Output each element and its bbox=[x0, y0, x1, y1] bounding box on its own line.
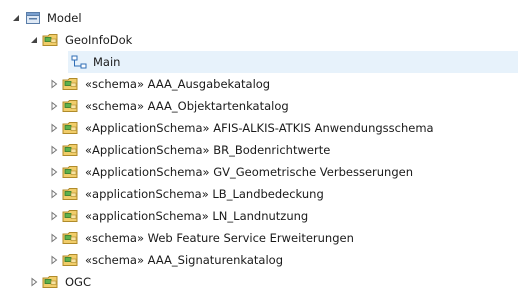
collapsed-triangle-icon[interactable] bbox=[28, 276, 40, 288]
collapsed-triangle-icon[interactable] bbox=[48, 78, 60, 90]
tree-node-package[interactable]: «ApplicationSchema» AFIS-ALKIS-ATKIS Anw… bbox=[48, 117, 434, 139]
tree-node-label: «applicationSchema» LN_Landnutzung bbox=[85, 209, 309, 223]
tree-node-package[interactable]: «ApplicationSchema» GV_Geometrische Verb… bbox=[48, 161, 413, 183]
package-folder-icon bbox=[62, 164, 80, 180]
tree-node-package[interactable]: «schema» AAA_Objektartenkatalog bbox=[48, 95, 289, 117]
tree-node-label: «ApplicationSchema» GV_Geometrische Verb… bbox=[85, 165, 413, 179]
tree-node-label: «ApplicationSchema» BR_Bodenrichtwerte bbox=[85, 143, 331, 157]
package-folder-icon bbox=[42, 32, 60, 48]
collapsed-triangle-icon[interactable] bbox=[48, 210, 60, 222]
collapsed-triangle-icon[interactable] bbox=[48, 100, 60, 112]
tree-node-label: «ApplicationSchema» AFIS-ALKIS-ATKIS Anw… bbox=[85, 121, 434, 135]
package-folder-icon bbox=[62, 120, 80, 136]
package-folder-icon bbox=[62, 76, 80, 92]
tree-node-package[interactable]: «ApplicationSchema» BR_Bodenrichtwerte bbox=[48, 139, 330, 161]
tree-node-label: «applicationSchema» LB_Landbedeckung bbox=[85, 187, 324, 201]
tree-node-label: GeoInfoDok bbox=[65, 33, 133, 47]
package-folder-icon bbox=[62, 98, 80, 114]
tree-node-ogc[interactable]: OGC bbox=[28, 271, 91, 293]
tree-node-label: «schema» AAA_Signaturenkatalog bbox=[85, 253, 284, 267]
tree-node-package[interactable]: «applicationSchema» LN_Landnutzung bbox=[48, 205, 308, 227]
expanded-triangle-icon[interactable] bbox=[28, 34, 40, 46]
tree-node-label: «schema» Web Feature Service Erweiterung… bbox=[85, 231, 354, 245]
tree-node-package[interactable]: «applicationSchema» LB_Landbedeckung bbox=[48, 183, 324, 205]
package-folder-icon bbox=[62, 186, 80, 202]
collapsed-triangle-icon[interactable] bbox=[48, 254, 60, 266]
model-tree: Model GeoInfoDok Main «schema» AAA_Ausga… bbox=[0, 0, 532, 295]
tree-node-label: OGC bbox=[65, 275, 91, 289]
tree-node-package[interactable]: «schema» AAA_Signaturenkatalog bbox=[48, 249, 283, 271]
collapsed-triangle-icon[interactable] bbox=[48, 232, 60, 244]
package-folder-icon bbox=[62, 230, 80, 246]
tree-node-model[interactable]: Model bbox=[10, 7, 82, 29]
tree-node-geoinfodok[interactable]: GeoInfoDok bbox=[28, 29, 132, 51]
package-folder-icon bbox=[42, 274, 60, 290]
package-folder-icon bbox=[62, 252, 80, 268]
collapsed-triangle-icon[interactable] bbox=[48, 144, 60, 156]
tree-node-label: Main bbox=[93, 55, 121, 69]
tree-node-label: Model bbox=[47, 11, 82, 25]
package-folder-icon bbox=[62, 142, 80, 158]
collapsed-triangle-icon[interactable] bbox=[48, 166, 60, 178]
tree-node-main[interactable]: Main bbox=[68, 51, 518, 73]
collapsed-triangle-icon[interactable] bbox=[48, 188, 60, 200]
expanded-triangle-icon[interactable] bbox=[10, 12, 22, 24]
package-folder-icon bbox=[62, 208, 80, 224]
model-folder-icon bbox=[24, 10, 42, 26]
collapsed-triangle-icon[interactable] bbox=[48, 122, 60, 134]
diagram-icon bbox=[70, 54, 88, 70]
tree-node-package[interactable]: «schema» AAA_Ausgabekatalog bbox=[48, 73, 270, 95]
tree-node-label: «schema» AAA_Ausgabekatalog bbox=[85, 77, 271, 91]
tree-node-label: «schema» AAA_Objektartenkatalog bbox=[85, 99, 289, 113]
tree-node-package[interactable]: «schema» Web Feature Service Erweiterung… bbox=[48, 227, 354, 249]
